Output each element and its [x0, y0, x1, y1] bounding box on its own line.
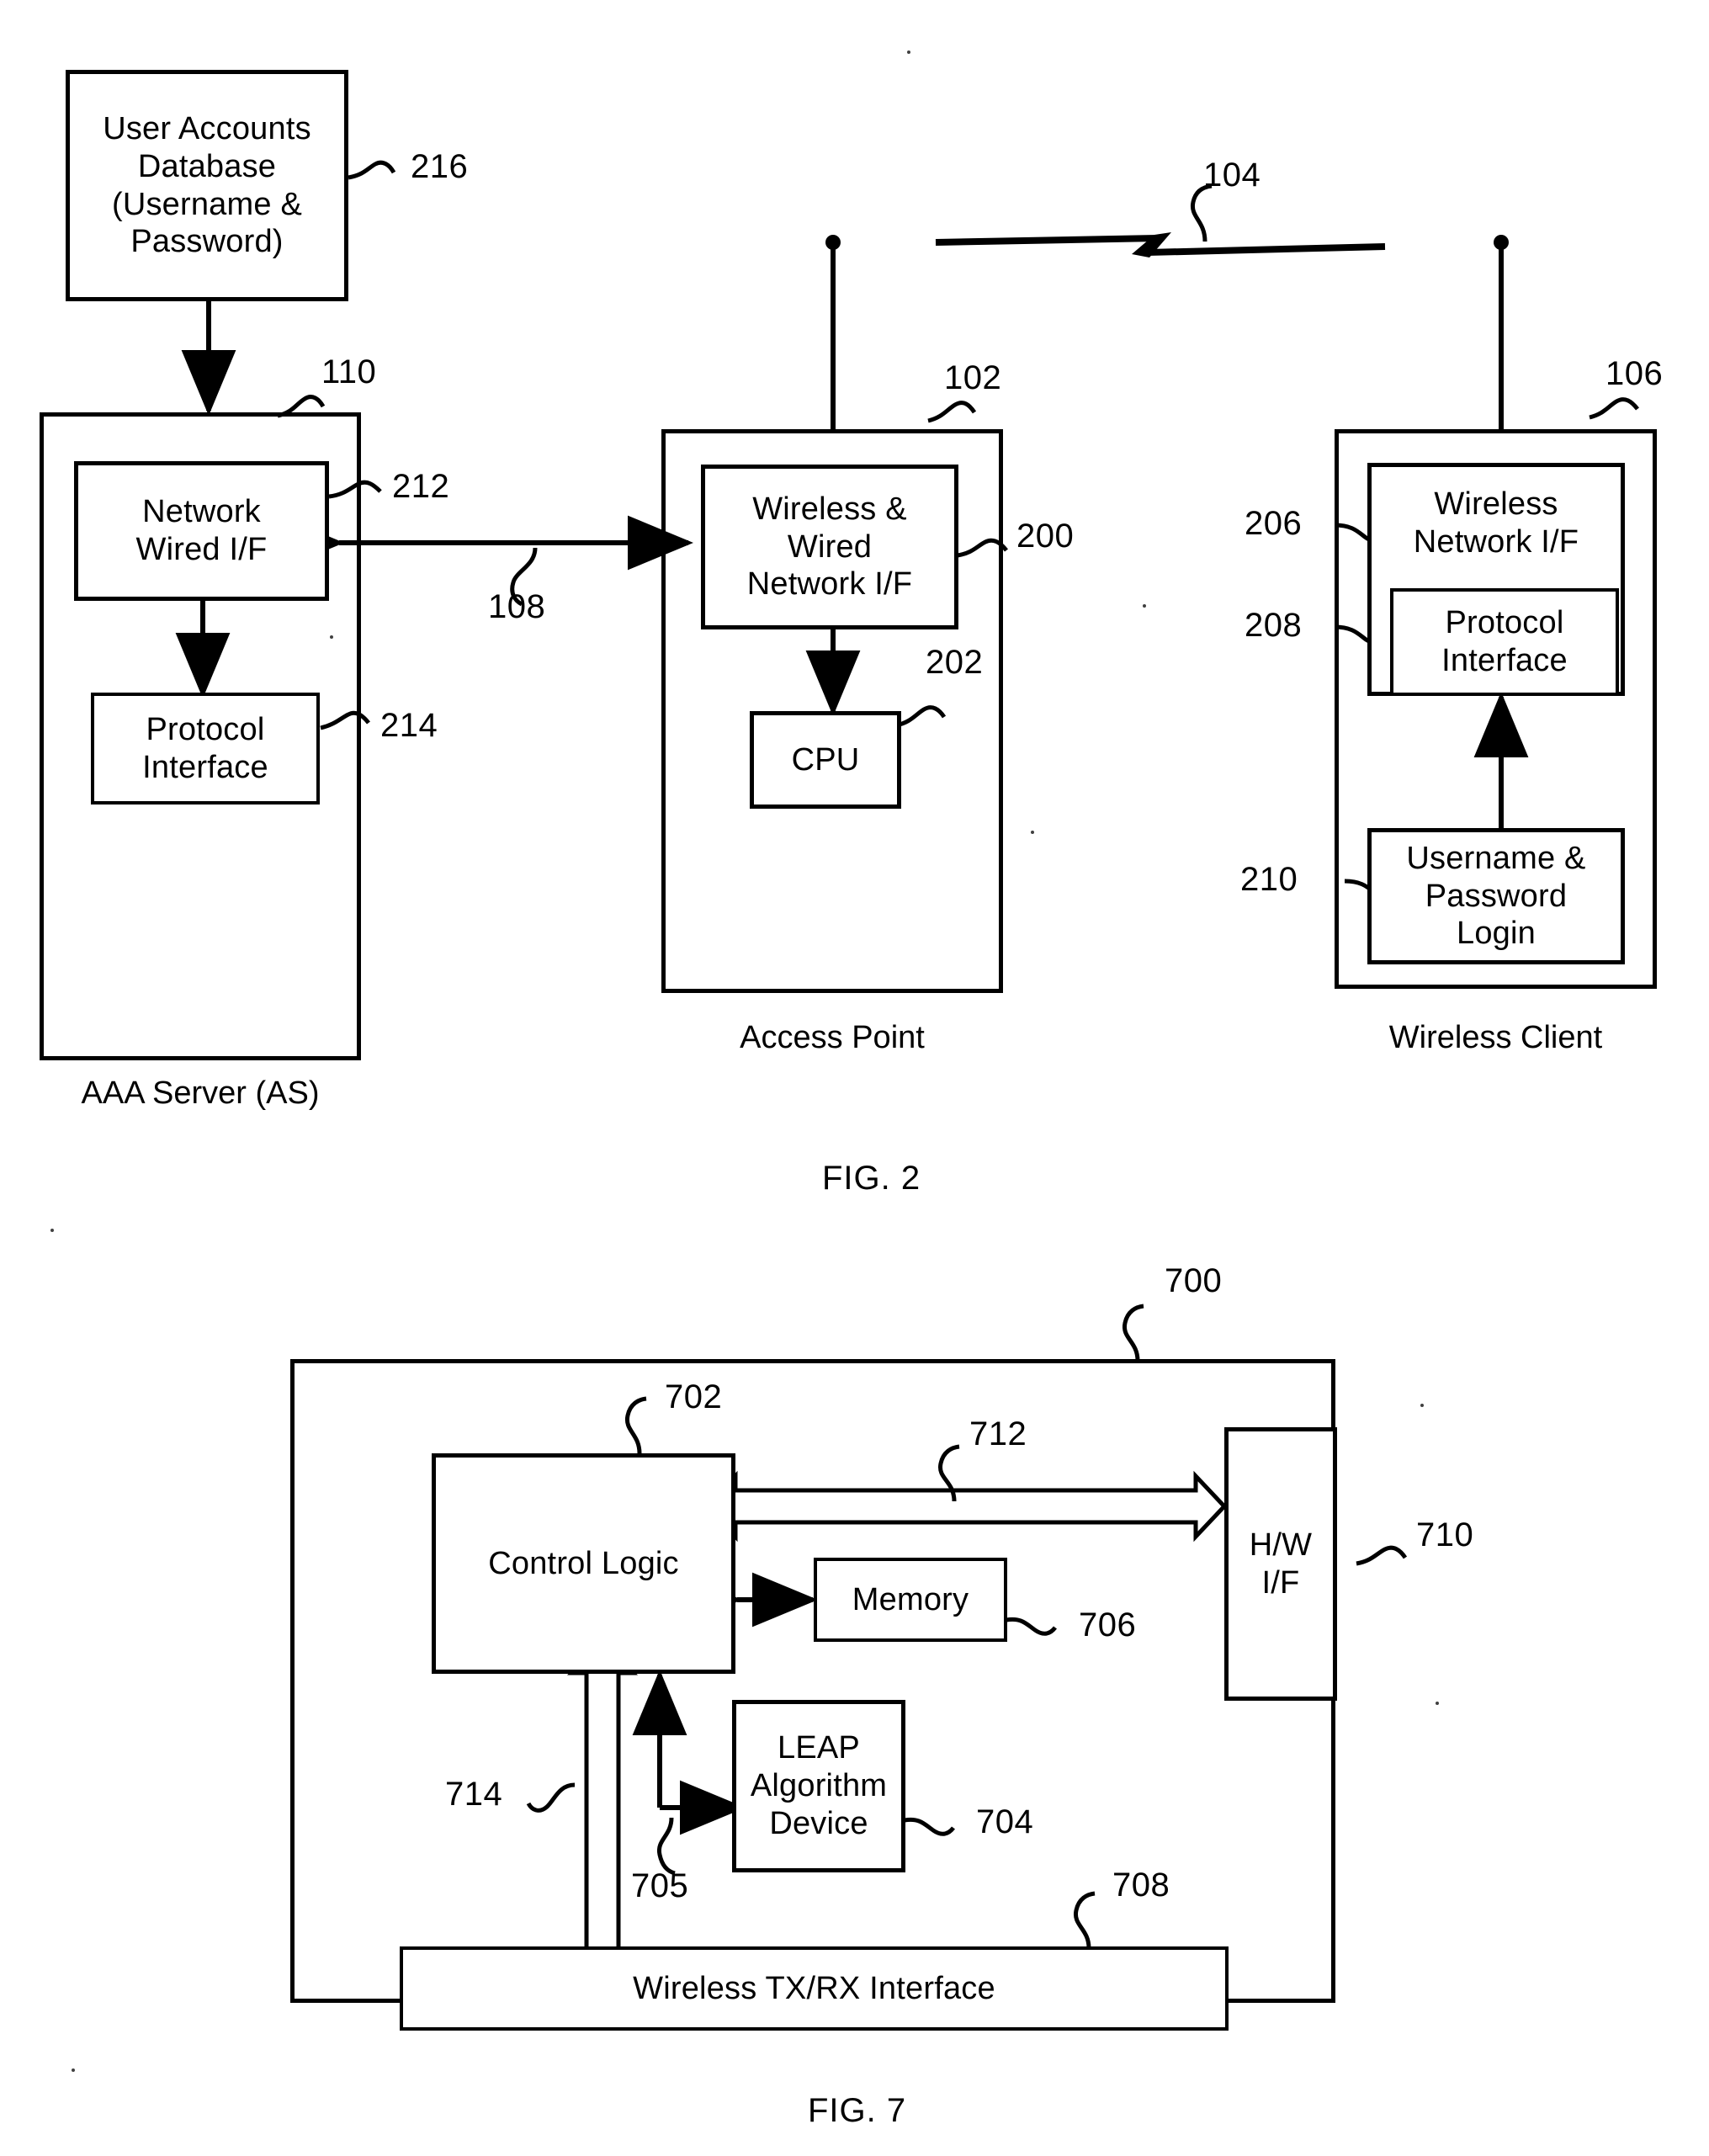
- scan-speck: [72, 2068, 75, 2072]
- username-password-login-box: Username & Password Login: [1367, 828, 1625, 964]
- aaa-server-caption: AAA Server (AS): [81, 1075, 320, 1111]
- ref-210: 210: [1240, 861, 1298, 898]
- ref-212: 212: [392, 468, 450, 505]
- user-accounts-database-box: User Accounts Database (Username & Passw…: [66, 70, 348, 301]
- leap-algorithm-device-label: LEAP Algorithm Device: [750, 1730, 888, 1841]
- scan-speck: [907, 50, 910, 54]
- protocol-interface-as-label: Protocol Interface: [142, 711, 268, 785]
- hw-if-box: H/W I/F: [1224, 1427, 1337, 1701]
- scan-speck: [330, 635, 333, 639]
- ref-208: 208: [1245, 607, 1303, 644]
- ref-216: 216: [411, 148, 469, 185]
- wireless-wired-network-if-box: Wireless & Wired Network I/F: [701, 465, 958, 629]
- wireless-wired-network-if-label: Wireless & Wired Network I/F: [746, 491, 913, 603]
- ref-705: 705: [631, 1867, 689, 1904]
- ref-706: 706: [1079, 1606, 1137, 1644]
- ref-704: 704: [976, 1803, 1034, 1840]
- access-point-caption: Access Point: [740, 1020, 925, 1055]
- ref-200: 200: [1016, 518, 1075, 555]
- leap-algorithm-device-box: LEAP Algorithm Device: [732, 1700, 905, 1872]
- ref-214: 214: [380, 707, 438, 744]
- ref-710: 710: [1416, 1516, 1474, 1553]
- ref-106: 106: [1606, 355, 1664, 392]
- memory-box: Memory: [814, 1558, 1007, 1642]
- ref-702: 702: [665, 1378, 723, 1415]
- scan-speck: [50, 1229, 54, 1232]
- patent-drawing-sheet: User Accounts Database (Username & Passw…: [0, 0, 1709, 2156]
- ref-708: 708: [1112, 1867, 1170, 1904]
- wireless-network-if-label: Wireless Network I/F: [1413, 486, 1579, 560]
- ref-102: 102: [944, 359, 1002, 396]
- protocol-interface-client-box: Protocol Interface: [1390, 588, 1619, 696]
- hw-if-label: H/W I/F: [1249, 1527, 1313, 1601]
- ref-700: 700: [1165, 1262, 1223, 1299]
- scan-speck: [1031, 831, 1034, 834]
- cpu-box: CPU: [750, 711, 901, 809]
- scan-speck: [1420, 1404, 1424, 1407]
- ref-104: 104: [1203, 157, 1261, 194]
- protocol-interface-as-box: Protocol Interface: [91, 693, 320, 805]
- ref-108: 108: [488, 588, 546, 625]
- ref-202: 202: [926, 644, 984, 681]
- ref-206: 206: [1245, 505, 1303, 542]
- scan-speck: [1436, 1702, 1439, 1705]
- network-wired-if-label: Network Wired I/F: [135, 494, 268, 567]
- cpu-label: CPU: [791, 741, 860, 778]
- control-logic-box: Control Logic: [432, 1453, 735, 1674]
- control-logic-label: Control Logic: [488, 1545, 679, 1581]
- wireless-tx-rx-interface-label: Wireless TX/RX Interface: [633, 1970, 995, 2006]
- network-wired-if-box: Network Wired I/F: [74, 461, 329, 601]
- fig2-label: FIG. 2: [822, 1160, 921, 1197]
- memory-label: Memory: [852, 1581, 969, 1617]
- ref-714: 714: [445, 1776, 503, 1813]
- protocol-interface-client-label: Protocol Interface: [1441, 605, 1568, 678]
- ref-712: 712: [969, 1415, 1027, 1452]
- user-accounts-database-label: User Accounts Database (Username & Passw…: [103, 110, 311, 260]
- fig7-label: FIG. 7: [808, 2092, 907, 2129]
- wireless-tx-rx-interface-box: Wireless TX/RX Interface: [400, 1946, 1229, 2031]
- wireless-client-caption: Wireless Client: [1388, 1020, 1603, 1055]
- username-password-login-label: Username & Password Login: [1406, 840, 1586, 952]
- scan-speck: [1143, 604, 1146, 608]
- ref-110: 110: [321, 353, 377, 390]
